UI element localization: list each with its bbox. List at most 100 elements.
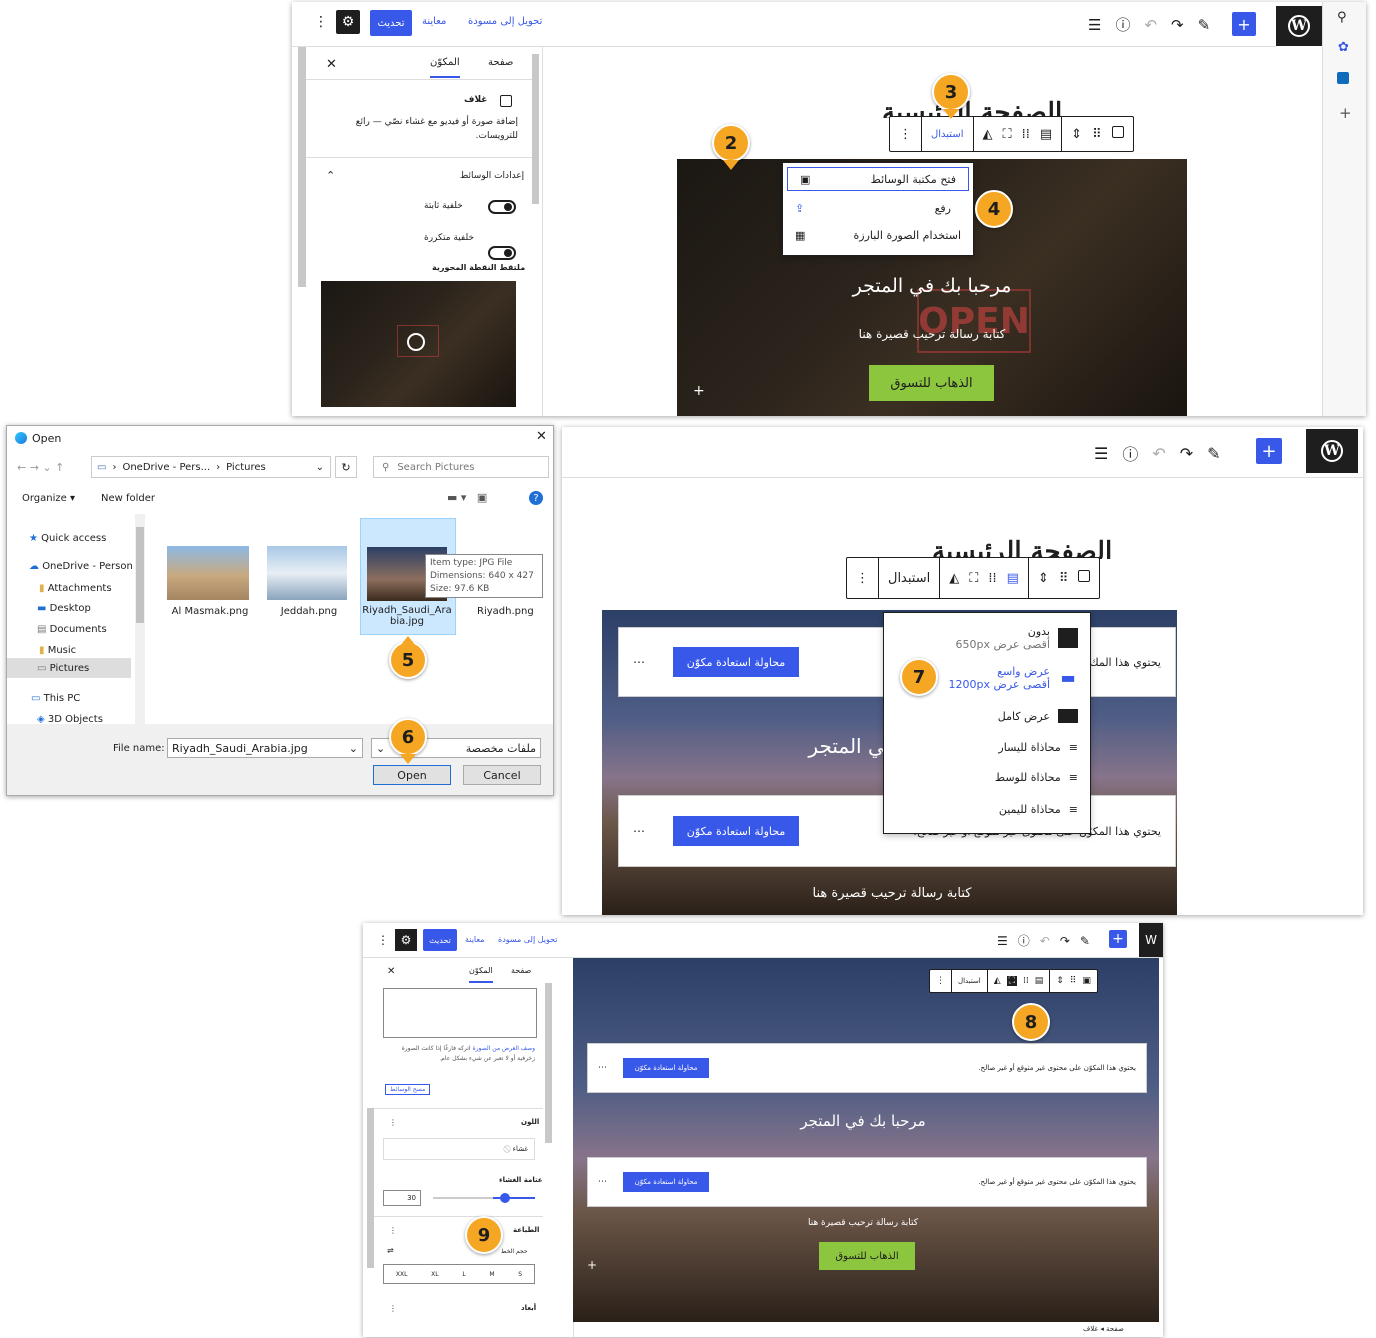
attempt-recovery-button[interactable]: محاولة استعادة مكوّن (673, 647, 799, 677)
help-icon[interactable]: ? (529, 491, 543, 505)
chevron-up-icon[interactable]: ⌃ (326, 169, 335, 182)
upload-item[interactable]: رفع ⇪ (783, 195, 973, 221)
settings-icon[interactable]: ✿ (1338, 40, 1349, 55)
hero-subtitle[interactable]: كتابة رسالة ترحيب قصيرة هنا (827, 327, 1037, 341)
undo-icon[interactable]: ↶ (1040, 934, 1050, 948)
pen-icon[interactable]: ✎ (1198, 16, 1211, 34)
file-jeddah[interactable]: Jeddah.png (267, 546, 351, 617)
nav-desktop[interactable]: ▬ Desktop (37, 600, 91, 617)
hero-button[interactable]: الذهاب للتسوق (869, 365, 994, 401)
wordpress-logo-icon[interactable]: W (1276, 6, 1322, 46)
add-block-button[interactable]: + (1256, 438, 1282, 464)
pen-icon[interactable]: ✎ (1207, 444, 1220, 463)
sidebar-scrollbar[interactable] (367, 1108, 374, 1268)
redo-icon[interactable]: ↷ (1180, 444, 1193, 463)
info-icon[interactable]: ⓘ (1018, 932, 1030, 949)
hero-title[interactable]: مرحبا بك في المتجر (817, 275, 1047, 297)
open-media-library-item[interactable]: فتح مكتبة الوسائط ▣ (787, 167, 969, 191)
opacity-input[interactable]: 30 (383, 1190, 421, 1206)
wordpress-logo-icon[interactable]: W (1306, 429, 1358, 473)
focal-point-preview[interactable] (321, 281, 516, 407)
align-center-item[interactable]: ≡ محاذاة للوسط (995, 771, 1078, 784)
notice-more-icon[interactable]: ⋯ (598, 1063, 607, 1073)
move-arrows-icon[interactable]: ⇕ (1071, 127, 1082, 142)
file-al-masmak[interactable]: Al Masmak.png (167, 546, 253, 617)
align-none-item[interactable]: بدون أقصى عرض 650px (956, 625, 1078, 651)
back-forward-icons[interactable]: ← → ⌄ ↑ (17, 461, 64, 474)
typography-more-icon[interactable]: ⋮ (389, 1226, 397, 1235)
cover-icon[interactable] (1078, 570, 1091, 586)
font-size-picker[interactable]: XXL XL L M S (383, 1264, 535, 1284)
drag-handle-icon[interactable]: ⠿ (1070, 976, 1077, 986)
fixed-background-toggle[interactable] (488, 200, 516, 214)
file-riyadh-label[interactable]: Riyadh.png (477, 606, 534, 617)
replace-button[interactable]: استبدال (958, 977, 981, 985)
update-button[interactable]: تحديث (423, 929, 457, 951)
more-icon[interactable]: ⋮ (899, 127, 912, 142)
duotone-icon[interactable]: ◭ (983, 127, 993, 142)
clear-media-button[interactable]: مسح الوسائط (385, 1084, 431, 1095)
canvas-scrollbar[interactable] (532, 54, 539, 204)
file-name-input[interactable]: Riyadh_Saudi_Arabia.jpg ⌄ (167, 738, 363, 758)
move-arrows-icon[interactable]: ⇕ (1056, 976, 1064, 986)
outlook-icon[interactable] (1337, 72, 1349, 84)
organize-menu[interactable]: Organize ▾ (22, 493, 75, 504)
settings-toggle-icon[interactable]: ⚙ (395, 929, 417, 951)
font-size-controls-icon[interactable]: ⇌ (387, 1246, 394, 1255)
alt-text-textarea[interactable] (383, 988, 537, 1038)
align-wide-item[interactable]: ▬ عرض واسع أقصى عرض 1200px (949, 665, 1078, 691)
pen-icon[interactable]: ✎ (1080, 934, 1090, 948)
update-button[interactable]: تحديث (370, 10, 412, 36)
full-height-icon[interactable]: ⛶ (1003, 127, 1012, 142)
nav-pictures[interactable]: ▭ Pictures (7, 658, 131, 678)
nav-documents[interactable]: ▤ Documents (37, 621, 107, 638)
plus-icon[interactable]: + (1339, 104, 1352, 122)
cover-hero-3[interactable]: مرحبا بك في المتجر كتابة رسالة ترحيب قصي… (573, 958, 1159, 1322)
hero-subtitle[interactable]: كتابة رسالة ترحيب قصيرة هنا (782, 886, 1002, 901)
nav-onedrive[interactable]: ☁ OneDrive - Person (29, 558, 133, 575)
replace-button[interactable]: استبدال (931, 129, 964, 140)
refresh-icon[interactable]: ↻ (335, 456, 357, 478)
nav-scrollbar[interactable] (135, 514, 145, 728)
tab-page[interactable]: صفحة (511, 966, 531, 975)
cancel-button[interactable]: Cancel (463, 765, 541, 785)
move-arrows-icon[interactable]: ⇕ (1038, 571, 1049, 586)
size-xl[interactable]: XL (431, 1271, 438, 1278)
attempt-recovery-button[interactable]: محاولة استعادة مكوّن (623, 1058, 709, 1078)
tab-page[interactable]: صفحة (488, 57, 513, 68)
more-icon[interactable]: ⋮ (856, 571, 869, 586)
preview-link[interactable]: معاينة (465, 935, 485, 944)
full-height-icon[interactable]: ⛶ (969, 571, 978, 586)
size-xxl[interactable]: XXL (396, 1271, 408, 1278)
dialog-close-icon[interactable]: ✕ (536, 429, 547, 444)
undo-icon[interactable]: ↶ (1152, 444, 1165, 463)
align-icon[interactable]: ▤ (1035, 976, 1044, 986)
align-right-item[interactable]: ≡ محاذاة لليمين (999, 803, 1078, 816)
align-icon[interactable]: ▤ (1007, 571, 1019, 586)
drag-handle-icon[interactable]: ⠿ (1059, 571, 1069, 586)
wordpress-logo-icon[interactable]: W (1139, 923, 1163, 957)
content-position-icon[interactable]: ⁞⁞ (1022, 127, 1030, 142)
add-block-button[interactable]: + (1109, 930, 1127, 948)
align-left-item[interactable]: ≡ محاذاة لليسار (998, 741, 1078, 754)
notice-more-icon[interactable]: ⋯ (633, 655, 645, 669)
info-icon[interactable]: ⓘ (1122, 441, 1138, 465)
page-title[interactable]: الصفحة الرئيسية (932, 537, 1112, 559)
cover-icon[interactable]: ▣ (1082, 976, 1091, 986)
sidebar-scrollbar[interactable] (298, 47, 306, 287)
color-more-icon[interactable]: ⋮ (389, 1118, 397, 1127)
page-title[interactable]: الصفحة الرئيسية (882, 98, 1062, 118)
close-icon[interactable]: ✕ (387, 966, 395, 977)
close-icon[interactable]: ✕ (326, 57, 337, 72)
nav-attachments[interactable]: ▮ Attachments (39, 580, 112, 597)
redo-icon[interactable]: ↷ (1060, 934, 1070, 948)
more-options-icon[interactable]: ⋮ (377, 933, 389, 947)
add-block-inline-icon[interactable]: + (587, 1258, 597, 1272)
info-icon[interactable]: ⓘ (1115, 14, 1130, 35)
notice-more-icon[interactable]: ⋯ (633, 824, 645, 838)
convert-draft-link[interactable]: تحويل إلى مسودة (468, 16, 542, 27)
more-options-icon[interactable]: ⋮ (314, 14, 328, 30)
list-view-icon[interactable]: ☰ (1094, 444, 1108, 463)
undo-icon[interactable]: ↶ (1144, 16, 1157, 34)
overlay-color-row[interactable]: غشاء⃠ (383, 1138, 535, 1160)
